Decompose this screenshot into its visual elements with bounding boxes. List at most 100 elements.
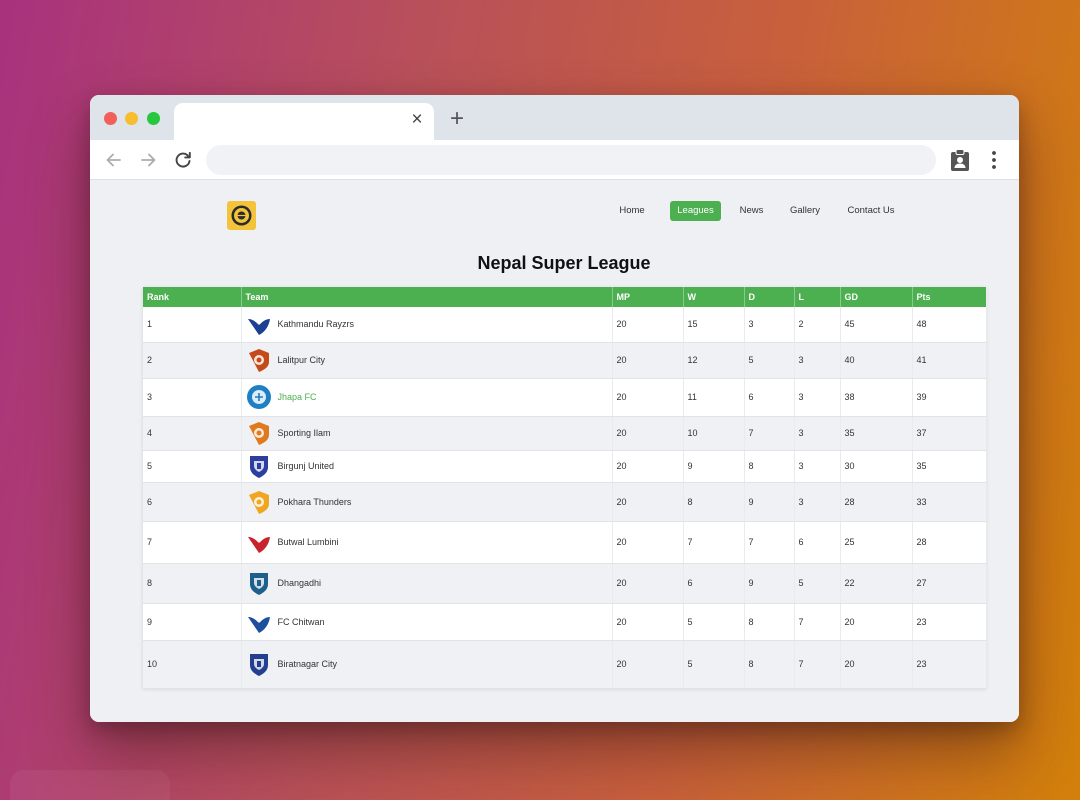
draws-cell: 8 <box>744 640 795 689</box>
new-tab-button[interactable]: + <box>446 107 468 131</box>
matches-played-cell: 20 <box>612 416 684 451</box>
table-row[interactable]: 7 Butwal Lumbini 20 7 7 6 25 28 <box>143 521 987 564</box>
nav-news-link[interactable]: News <box>736 201 767 221</box>
table-row[interactable]: 4 Sporting Ilam 20 10 7 3 35 37 <box>143 416 987 451</box>
team-cell: FC Chitwan <box>241 603 613 641</box>
clipboard-icon[interactable] <box>949 148 971 172</box>
points-cell: 41 <box>912 342 987 379</box>
forward-arrow-icon[interactable] <box>137 149 159 171</box>
team-name-link[interactable]: Lalitpur City <box>278 355 326 365</box>
address-bar[interactable] <box>206 145 936 175</box>
goal-difference-cell: 25 <box>840 521 913 564</box>
team-name-link[interactable]: Kathmandu Rayzrs <box>278 319 355 329</box>
matches-played-cell: 20 <box>612 378 684 417</box>
points-cell: 23 <box>912 603 987 641</box>
points-cell: 23 <box>912 640 987 689</box>
rank-cell: 5 <box>143 450 242 483</box>
losses-cell: 7 <box>794 640 841 689</box>
goal-difference-column-header[interactable]: GD <box>840 287 913 307</box>
tab-strip: × + <box>90 95 1019 140</box>
goal-difference-cell: 45 <box>840 307 913 343</box>
losses-cell: 3 <box>794 342 841 379</box>
rank-cell: 8 <box>143 563 242 604</box>
birgunj-united-crest-icon <box>246 453 272 479</box>
points-cell: 37 <box>912 416 987 451</box>
losses-cell: 3 <box>794 416 841 451</box>
matches-played-cell: 20 <box>612 450 684 483</box>
back-arrow-icon[interactable] <box>103 149 125 171</box>
table-row[interactable]: 8 Dhangadhi 20 6 9 5 22 27 <box>143 563 987 604</box>
table-row[interactable]: 1 Kathmandu Rayzrs 20 15 3 2 45 48 <box>143 307 987 343</box>
losses-column-header[interactable]: L <box>794 287 841 307</box>
team-name-link[interactable]: FC Chitwan <box>278 617 325 627</box>
goal-difference-cell: 20 <box>840 640 913 689</box>
wins-cell: 5 <box>683 640 745 689</box>
standings-body: 1 Kathmandu Rayzrs 20 15 3 2 45 48 2 Lalitpur Cit… <box>143 307 987 689</box>
points-cell: 28 <box>912 521 987 564</box>
team-cell: Kathmandu Rayzrs <box>241 307 613 343</box>
biratnagar-city-crest-icon <box>246 651 272 677</box>
pokhara-thunders-crest-icon <box>246 489 272 515</box>
matches-played-cell: 20 <box>612 342 684 379</box>
draws-cell: 9 <box>744 563 795 604</box>
matches-played-cell: 20 <box>612 521 684 564</box>
goal-difference-cell: 20 <box>840 603 913 641</box>
team-name-link[interactable]: Biratnagar City <box>278 659 338 669</box>
table-row[interactable]: 3 Jhapa FC 20 11 6 3 38 39 <box>143 378 987 417</box>
sporting-ilam-crest-icon <box>246 420 272 446</box>
rank-cell: 10 <box>143 640 242 689</box>
team-name-link[interactable]: Butwal Lumbini <box>278 537 339 547</box>
mp-column-header[interactable]: MP <box>612 287 684 307</box>
maximize-window-button[interactable] <box>147 112 160 125</box>
standings-table: Rank Team MP W D L GD Pts 1 Kathmandu Ray… <box>143 287 987 689</box>
rank-column-header[interactable]: Rank <box>143 287 242 307</box>
team-cell: Sporting Ilam <box>241 416 613 451</box>
matches-played-cell: 20 <box>612 563 684 604</box>
losses-cell: 3 <box>794 450 841 483</box>
table-row[interactable]: 9 FC Chitwan 20 5 8 7 20 23 <box>143 603 987 641</box>
team-name-link[interactable]: Dhangadhi <box>278 578 322 588</box>
more-menu-icon[interactable] <box>985 149 1003 171</box>
browser-tab[interactable]: × <box>174 103 434 140</box>
nav-contact-link[interactable]: Contact Us <box>841 201 901 221</box>
close-window-button[interactable] <box>104 112 117 125</box>
rank-cell: 3 <box>143 378 242 417</box>
nav-gallery-link[interactable]: Gallery <box>786 201 824 221</box>
goal-difference-cell: 35 <box>840 416 913 451</box>
wins-cell: 5 <box>683 603 745 641</box>
rank-cell: 6 <box>143 482 242 522</box>
wins-cell: 11 <box>683 378 745 417</box>
minimize-window-button[interactable] <box>125 112 138 125</box>
draws-cell: 7 <box>744 521 795 564</box>
team-column-header[interactable]: Team <box>241 287 613 307</box>
goal-difference-cell: 40 <box>840 342 913 379</box>
wins-column-header[interactable]: W <box>683 287 745 307</box>
page-title: Nepal Super League <box>477 253 651 273</box>
rank-cell: 7 <box>143 521 242 564</box>
team-name-link[interactable]: Birgunj United <box>278 461 335 471</box>
reload-icon[interactable] <box>172 149 194 171</box>
wins-cell: 10 <box>683 416 745 451</box>
losses-cell: 2 <box>794 307 841 343</box>
table-row[interactable]: 10 Biratnagar City 20 5 8 7 20 23 <box>143 640 987 689</box>
nav-leagues-link[interactable]: Leagues <box>670 201 721 221</box>
goal-difference-cell: 22 <box>840 563 913 604</box>
draws-cell: 8 <box>744 603 795 641</box>
team-name-link[interactable]: Jhapa FC <box>278 392 317 402</box>
draws-column-header[interactable]: D <box>744 287 795 307</box>
table-row[interactable]: 5 Birgunj United 20 9 8 3 30 35 <box>143 450 987 483</box>
losses-cell: 7 <box>794 603 841 641</box>
points-cell: 35 <box>912 450 987 483</box>
nav-home-link[interactable]: Home <box>617 201 647 221</box>
draws-cell: 3 <box>744 307 795 343</box>
points-column-header[interactable]: Pts <box>912 287 987 307</box>
team-name-link[interactable]: Sporting Ilam <box>278 428 331 438</box>
site-logo-icon[interactable] <box>227 201 256 230</box>
table-row[interactable]: 6 Pokhara Thunders 20 8 9 3 28 33 <box>143 482 987 522</box>
tab-close-icon[interactable]: × <box>408 110 426 130</box>
matches-played-cell: 20 <box>612 307 684 343</box>
table-row[interactable]: 2 Lalitpur City 20 12 5 3 40 41 <box>143 342 987 379</box>
team-cell: Biratnagar City <box>241 640 613 689</box>
team-name-link[interactable]: Pokhara Thunders <box>278 497 352 507</box>
draws-cell: 6 <box>744 378 795 417</box>
